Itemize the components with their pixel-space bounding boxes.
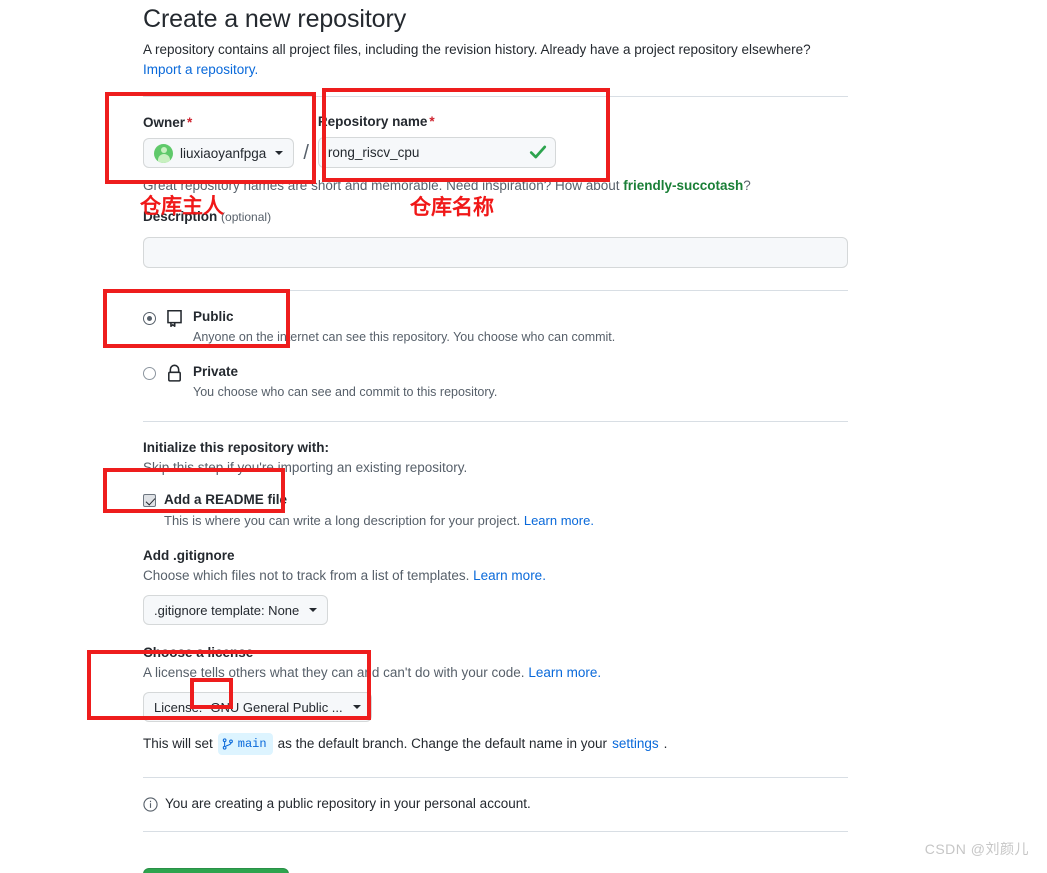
owner-and-name-row: Owner * liuxiaoyanfpga / Repository name * xyxy=(143,113,848,168)
page-description: A repository contains all project files,… xyxy=(143,40,848,80)
owner-required-mark: * xyxy=(187,115,193,130)
private-text-block: Private You choose who can see and commi… xyxy=(193,362,497,402)
hint-suffix: ? xyxy=(743,178,751,193)
readme-checkbox[interactable] xyxy=(143,494,156,507)
license-button-prefix: License: xyxy=(154,699,203,715)
public-subtitle: Anyone on the internet can see this repo… xyxy=(193,330,616,344)
default-branch-name: main xyxy=(237,737,267,751)
gitignore-template-select[interactable]: .gitignore template: None xyxy=(143,595,329,625)
import-repository-link[interactable]: Import a repository. xyxy=(143,62,258,77)
divider-top xyxy=(143,96,848,97)
description-label: Description (optional) xyxy=(143,209,272,224)
chevron-down-icon xyxy=(352,705,361,709)
public-radio[interactable] xyxy=(143,312,156,325)
initialize-title: Initialize this repository with: xyxy=(143,440,330,455)
owner-value: liuxiaoyanfpga xyxy=(180,145,267,161)
description-field: Description (optional) xyxy=(143,208,848,268)
license-learn-more-link[interactable]: Learn more. xyxy=(528,665,601,680)
gitignore-title: Add .gitignore xyxy=(143,548,235,563)
public-title: Public xyxy=(193,309,234,324)
license-section: Choose a license A license tells others … xyxy=(143,643,848,722)
create-repository-button[interactable]: Create repository xyxy=(143,868,289,873)
license-title: Choose a license xyxy=(143,645,254,660)
divider-notice-bottom xyxy=(143,831,848,832)
settings-link[interactable]: settings xyxy=(612,734,659,754)
avatar xyxy=(154,143,173,163)
private-subtitle: You choose who can see and commit to thi… xyxy=(193,385,498,399)
hint-prefix: Great repository names are short and mem… xyxy=(143,178,624,193)
default-branch-note: This will set main as the default branch… xyxy=(143,733,848,755)
gitignore-subtitle: Choose which files not to track from a l… xyxy=(143,568,546,583)
readme-text-block: Add a README file This is where you can … xyxy=(164,490,594,530)
chevron-down-icon xyxy=(275,151,284,155)
lock-icon xyxy=(168,364,181,382)
owner-name-separator: / xyxy=(303,142,309,164)
repository-name-field: Repository name * xyxy=(317,113,556,168)
valid-check-icon xyxy=(529,145,546,159)
description-input[interactable] xyxy=(143,237,848,268)
public-repo-notice: You are creating a public repository in … xyxy=(143,794,848,814)
readme-checkbox-row[interactable]: Add a README file This is where you can … xyxy=(143,490,848,530)
name-suggestion: friendly-succotash xyxy=(623,178,744,193)
branch-note-period: . xyxy=(663,736,668,751)
visibility-option-public[interactable]: Public Anyone on the internet can see th… xyxy=(143,307,848,347)
readme-label: Add a README file xyxy=(164,492,288,507)
chevron-down-icon xyxy=(309,608,318,612)
license-subtitle: A license tells others what they can and… xyxy=(143,665,602,680)
license-select[interactable]: License: GNU General Public ... xyxy=(143,692,372,722)
gitignore-learn-more-link[interactable]: Learn more. xyxy=(473,568,546,583)
book-icon xyxy=(167,310,182,327)
git-branch-icon xyxy=(222,738,233,750)
readme-learn-more-link[interactable]: Learn more. xyxy=(524,513,594,528)
branch-note-suffix: as the default branch. Change the defaul… xyxy=(277,736,608,751)
default-branch-chip: main xyxy=(217,733,273,755)
divider-initialize xyxy=(143,421,848,422)
repository-name-input[interactable] xyxy=(317,137,556,168)
repository-name-required-mark: * xyxy=(429,114,435,129)
initialize-subtitle: Skip this step if you're importing an ex… xyxy=(143,460,468,475)
owner-select-button[interactable]: liuxiaoyanfpga xyxy=(143,138,295,168)
info-icon xyxy=(143,796,158,812)
divider-notice-top xyxy=(143,777,848,778)
repository-name-hint: Great repository names are short and mem… xyxy=(143,176,848,196)
page-description-text: A repository contains all project files,… xyxy=(143,42,811,57)
screenshot-root: Create a new repository A repository con… xyxy=(0,0,1047,873)
gitignore-template-value: .gitignore template: None xyxy=(154,602,300,618)
license-button-value: GNU General Public ... xyxy=(210,699,343,715)
visibility-option-private[interactable]: Private You choose who can see and commi… xyxy=(143,362,848,402)
divider-visibility xyxy=(143,290,848,291)
public-text-block: Public Anyone on the internet can see th… xyxy=(193,307,615,347)
owner-label: Owner * xyxy=(143,115,193,130)
create-repository-form: Create a new repository A repository con… xyxy=(143,0,848,873)
repository-name-input-wrap xyxy=(317,137,556,168)
readme-subtitle: This is where you can write a long descr… xyxy=(164,513,594,528)
branch-note-prefix: This will set xyxy=(143,736,213,751)
owner-field: Owner * liuxiaoyanfpga xyxy=(143,114,295,168)
private-title: Private xyxy=(193,364,239,379)
repository-name-label: Repository name * xyxy=(317,114,435,129)
description-optional-tag: (optional) xyxy=(221,210,272,224)
private-radio[interactable] xyxy=(143,367,156,380)
page-title: Create a new repository xyxy=(143,5,407,33)
public-repo-notice-text: You are creating a public repository in … xyxy=(165,796,531,811)
gitignore-section: Add .gitignore Choose which files not to… xyxy=(143,546,848,625)
watermark: CSDN @刘颜儿 xyxy=(924,841,1029,857)
